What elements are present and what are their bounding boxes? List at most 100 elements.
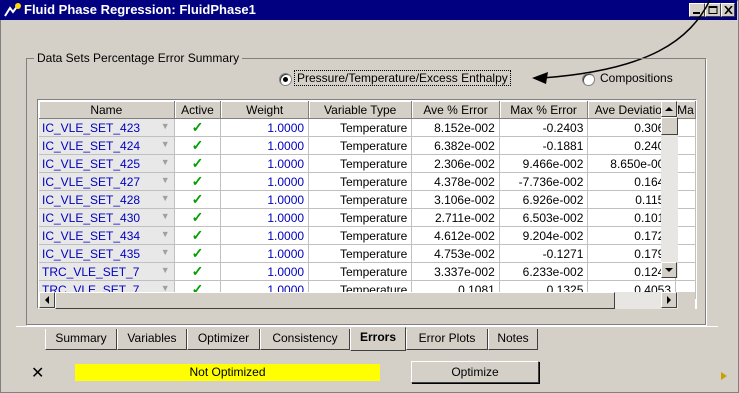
tab-errors[interactable]: Errors: [350, 327, 406, 351]
cell-weight[interactable]: 1.0000: [220, 136, 310, 155]
active-check-icon[interactable]: ✓: [174, 172, 222, 191]
delete-icon[interactable]: ✕: [31, 363, 44, 383]
cell-max-err[interactable]: -0.1881: [499, 136, 589, 155]
active-check-icon[interactable]: ✓: [174, 208, 222, 227]
cell-name[interactable]: TRC_VLE_SET_7 ▼: [39, 262, 175, 281]
vertical-scrollbar[interactable]: [661, 101, 678, 278]
table-row[interactable]: IC_VLE_SET_425 ▼ ✓ 1.0000 Temperature 2.306e-…: [39, 154, 696, 173]
cell-ave-err[interactable]: 3.106e-002: [411, 190, 500, 209]
cell-name[interactable]: IC_VLE_SET_428 ▼: [39, 190, 175, 209]
table-row[interactable]: IC_VLE_SET_423 ▼ ✓ 1.0000 Temperature 8.152e-…: [39, 118, 696, 137]
column-header[interactable]: Variable Type: [308, 101, 413, 119]
scroll-left-button[interactable]: [39, 292, 55, 308]
cell-weight[interactable]: 1.0000: [220, 190, 310, 209]
active-check-icon[interactable]: ✓: [174, 226, 222, 245]
cell-ave-err[interactable]: 3.337e-002: [411, 262, 500, 281]
column-header[interactable]: Active: [174, 101, 222, 119]
cell-name[interactable]: IC_VLE_SET_423 ▼: [39, 118, 175, 137]
cell-ave-err[interactable]: 4.753e-002: [411, 244, 500, 263]
table-row[interactable]: IC_VLE_SET_430 ▼ ✓ 1.0000 Temperature 2.711e-…: [39, 208, 696, 227]
active-check-icon[interactable]: ✓: [174, 244, 222, 263]
cell-weight[interactable]: 1.0000: [220, 208, 310, 227]
dropdown-arrow-icon[interactable]: ▼: [161, 229, 170, 239]
cell-weight[interactable]: 1.0000: [220, 262, 310, 281]
cell-max-err[interactable]: 6.233e-002: [499, 262, 589, 281]
cell-name[interactable]: IC_VLE_SET_434 ▼: [39, 226, 175, 245]
active-check-icon[interactable]: ✓: [174, 118, 222, 137]
cell-max-err[interactable]: -0.2403: [499, 118, 589, 137]
dropdown-arrow-icon[interactable]: ▼: [161, 283, 170, 293]
active-check-icon[interactable]: ✓: [174, 154, 222, 173]
cell-name[interactable]: IC_VLE_SET_435 ▼: [39, 244, 175, 263]
cell-vartype[interactable]: Temperature: [308, 226, 413, 245]
horizontal-scrollbar[interactable]: [39, 292, 678, 309]
cell-vartype[interactable]: Temperature: [308, 172, 413, 191]
cell-ave-err[interactable]: 2.306e-002: [411, 154, 500, 173]
dropdown-arrow-icon[interactable]: ▼: [161, 157, 170, 167]
optimize-button[interactable]: Optimize: [411, 361, 539, 383]
cell-vartype[interactable]: Temperature: [308, 118, 413, 137]
cell-max-err[interactable]: 9.466e-002: [499, 154, 589, 173]
active-check-icon[interactable]: ✓: [174, 136, 222, 155]
cell-vartype[interactable]: Temperature: [308, 244, 413, 263]
dropdown-arrow-icon[interactable]: ▼: [161, 139, 170, 149]
cell-ave-err[interactable]: 2.711e-002: [411, 208, 500, 227]
cell-name[interactable]: IC_VLE_SET_430 ▼: [39, 208, 175, 227]
table-row[interactable]: IC_VLE_SET_427 ▼ ✓ 1.0000 Temperature 4.378e-…: [39, 172, 696, 191]
cell-weight[interactable]: 1.0000: [220, 118, 310, 137]
tab-optimizer[interactable]: Optimizer: [187, 329, 260, 350]
cell-ave-err[interactable]: 6.382e-002: [411, 136, 500, 155]
dropdown-arrow-icon[interactable]: ▼: [161, 211, 170, 221]
scroll-right-button[interactable]: [661, 292, 677, 308]
compositions-radio[interactable]: [582, 73, 595, 86]
tab-consistency[interactable]: Consistency: [260, 329, 350, 350]
table-row[interactable]: IC_VLE_SET_424 ▼ ✓ 1.0000 Temperature 6.382e-…: [39, 136, 696, 155]
cell-max-err[interactable]: -0.1271: [499, 244, 589, 263]
active-check-icon[interactable]: ✓: [174, 190, 222, 209]
ptx-radio[interactable]: [279, 73, 292, 86]
table-row[interactable]: IC_VLE_SET_428 ▼ ✓ 1.0000 Temperature 3.106e-…: [39, 190, 696, 209]
dropdown-arrow-icon[interactable]: ▼: [161, 193, 170, 203]
active-check-icon[interactable]: ✓: [174, 262, 222, 281]
dropdown-arrow-icon[interactable]: ▼: [161, 265, 170, 275]
cell-name[interactable]: IC_VLE_SET_427 ▼: [39, 172, 175, 191]
ptx-radio-label[interactable]: Pressure/Temperature/Excess Enthalpy: [294, 70, 511, 86]
tab-variables[interactable]: Variables: [117, 329, 187, 350]
table-row[interactable]: IC_VLE_SET_434 ▼ ✓ 1.0000 Temperature 4.612e-…: [39, 226, 696, 245]
cell-max-err[interactable]: 6.503e-002: [499, 208, 589, 227]
close-button[interactable]: [721, 3, 735, 17]
expand-arrow-icon[interactable]: [721, 372, 727, 380]
cell-ave-err[interactable]: 4.612e-002: [411, 226, 500, 245]
table-row[interactable]: TRC_VLE_SET_7 ▼ ✓ 1.0000 Temperature 3.337e-0…: [39, 262, 696, 281]
cell-name[interactable]: IC_VLE_SET_425 ▼: [39, 154, 175, 173]
errors-grid[interactable]: Name Active Weight Variable Type Ave % Error…: [37, 99, 697, 309]
cell-name[interactable]: IC_VLE_SET_424 ▼: [39, 136, 175, 155]
column-header[interactable]: Max % Error: [499, 101, 589, 119]
cell-ave-err[interactable]: 8.152e-002: [411, 118, 500, 137]
compositions-radio-label[interactable]: Compositions: [600, 71, 673, 85]
cell-max-err[interactable]: 9.204e-002: [499, 226, 589, 245]
dropdown-arrow-icon[interactable]: ▼: [161, 247, 170, 257]
cell-max-err[interactable]: -7.736e-002: [499, 172, 589, 191]
column-header[interactable]: Name: [39, 101, 175, 119]
scroll-up-button[interactable]: [661, 101, 677, 117]
cell-vartype[interactable]: Temperature: [308, 190, 413, 209]
vertical-scroll-thumb[interactable]: [661, 117, 678, 135]
table-row[interactable]: IC_VLE_SET_435 ▼ ✓ 1.0000 Temperature 4.753e-…: [39, 244, 696, 263]
cell-weight[interactable]: 1.0000: [220, 244, 310, 263]
cell-weight[interactable]: 1.0000: [220, 226, 310, 245]
scroll-down-button[interactable]: [661, 262, 677, 278]
horizontal-scroll-thumb[interactable]: [55, 292, 615, 309]
tab-error-plots[interactable]: Error Plots: [406, 329, 488, 350]
cell-vartype[interactable]: Temperature: [308, 154, 413, 173]
cell-max-err[interactable]: 6.926e-002: [499, 190, 589, 209]
tab-summary[interactable]: Summary: [45, 329, 117, 350]
cell-vartype[interactable]: Temperature: [308, 208, 413, 227]
column-header[interactable]: Ave % Error: [411, 101, 500, 119]
dropdown-arrow-icon[interactable]: ▼: [161, 121, 170, 131]
cell-ave-err[interactable]: 4.378e-002: [411, 172, 500, 191]
tab-notes[interactable]: Notes: [488, 329, 538, 350]
dropdown-arrow-icon[interactable]: ▼: [161, 175, 170, 185]
cell-weight[interactable]: 1.0000: [220, 172, 310, 191]
cell-vartype[interactable]: Temperature: [308, 262, 413, 281]
